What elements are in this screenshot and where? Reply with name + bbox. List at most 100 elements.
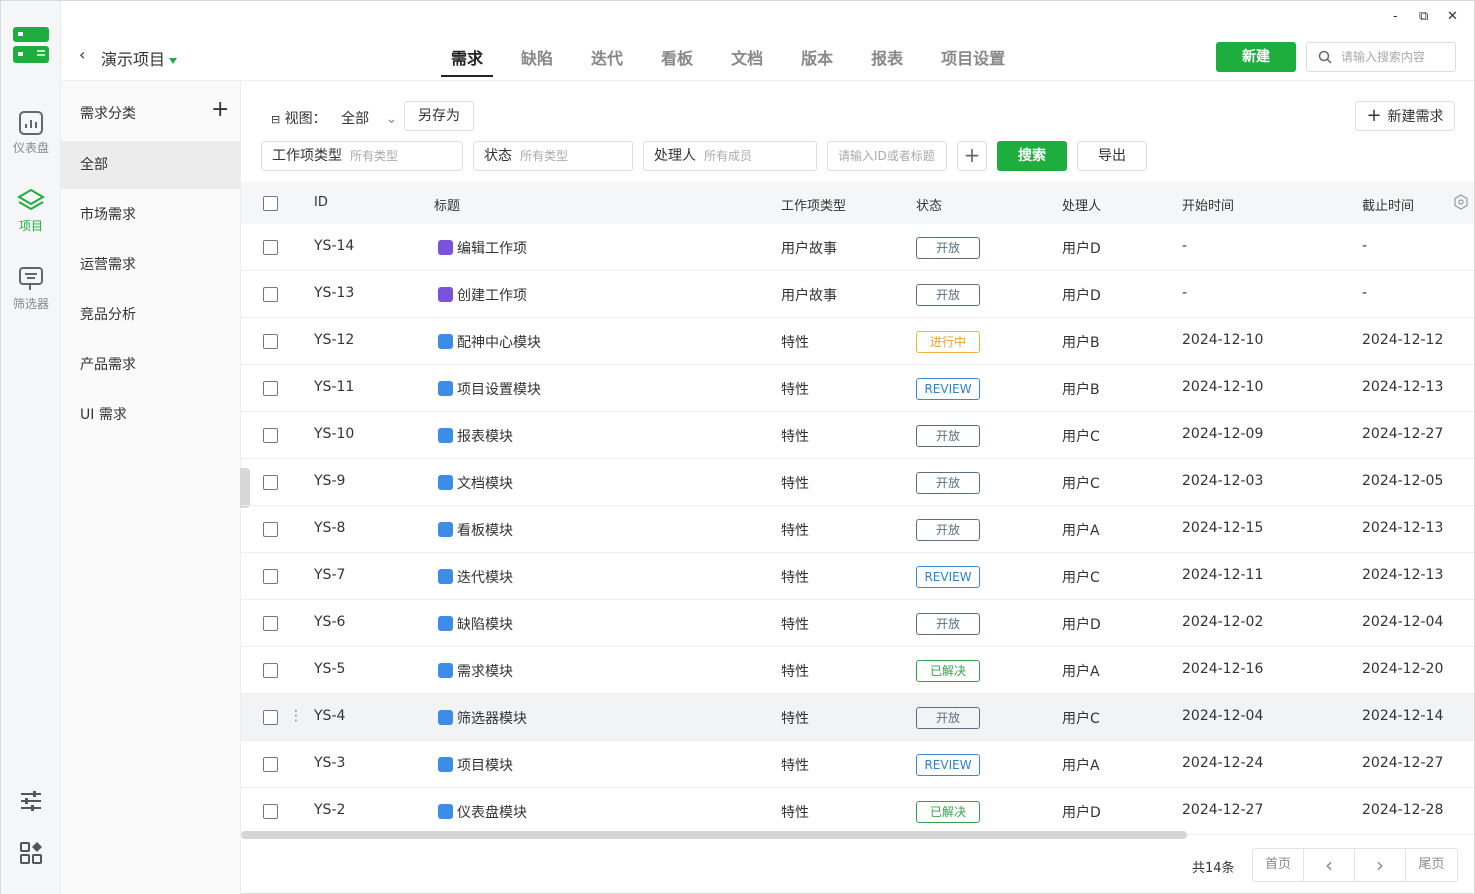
prev-page-button[interactable]: ‹	[1304, 849, 1355, 881]
row-title[interactable]: 报表模块	[438, 426, 513, 446]
category-all[interactable]: 全部	[61, 141, 240, 189]
new-requirement-button[interactable]: + 新建需求	[1355, 101, 1455, 131]
status-badge[interactable]: 开放	[916, 472, 980, 494]
tab-board[interactable]: 看板	[661, 45, 693, 77]
status-badge[interactable]: 开放	[916, 707, 980, 729]
id-title-search-input[interactable]: 请输入ID或者标题	[827, 141, 947, 171]
select-all-checkbox[interactable]	[263, 196, 278, 211]
close-button[interactable]: ✕	[1447, 9, 1458, 24]
view-selector[interactable]: ⊟ 视图： 全部 ⌄	[271, 108, 397, 128]
project-selector[interactable]: 演示项目	[101, 46, 178, 70]
row-title[interactable]: 看板模块	[438, 520, 513, 540]
row-title[interactable]: 迭代模块	[438, 567, 513, 587]
row-checkbox[interactable]	[263, 240, 278, 255]
next-page-button[interactable]: ›	[1355, 849, 1406, 881]
horizontal-scrollbar[interactable]	[241, 831, 1187, 839]
table-row[interactable]: YS-2 仪表盘模块 特性 已解决 用户D 2024-12-27 2024-12-28	[241, 788, 1474, 835]
row-title[interactable]: 仪表盘模块	[438, 802, 527, 822]
rail-item-filter[interactable]: 筛选器	[1, 265, 61, 312]
table-row[interactable]: YS-10 报表模块 特性 开放 用户C 2024-12-09 2024-12-27	[241, 412, 1474, 459]
row-checkbox[interactable]	[263, 757, 278, 772]
new-button[interactable]: 新建	[1216, 42, 1296, 72]
filter-assignee[interactable]: 处理人 所有成员	[643, 141, 817, 171]
row-id[interactable]: YS-4	[314, 708, 345, 724]
row-checkbox[interactable]	[263, 475, 278, 490]
maximize-button[interactable]: ⧉	[1419, 9, 1428, 24]
rail-settings-button[interactable]	[1, 787, 61, 817]
category-ui[interactable]: UI 需求	[61, 391, 240, 439]
table-row[interactable]: YS-9 文档模块 特性 开放 用户C 2024-12-03 2024-12-05	[241, 459, 1474, 506]
column-type[interactable]: 工作项类型	[781, 195, 846, 214]
export-button[interactable]: 导出	[1077, 141, 1147, 171]
table-row[interactable]: YS-5 需求模块 特性 已解决 用户A 2024-12-16 2024-12-20	[241, 647, 1474, 694]
row-title[interactable]: 缺陷模块	[438, 614, 513, 634]
column-start[interactable]: 开始时间	[1182, 195, 1234, 214]
add-filter-button[interactable]: +	[957, 141, 987, 171]
table-row[interactable]: YS-13 创建工作项 用户故事 开放 用户D - -	[241, 271, 1474, 318]
row-checkbox[interactable]	[263, 287, 278, 302]
category-market[interactable]: 市场需求	[61, 191, 240, 239]
column-settings-icon[interactable]	[1453, 194, 1469, 210]
category-competitor[interactable]: 竞品分析	[61, 291, 240, 339]
table-row[interactable]: YS-11 项目设置模块 特性 REVIEW 用户B 2024-12-10 2024-12-…	[241, 365, 1474, 412]
row-title[interactable]: 配神中心模块	[438, 332, 541, 352]
row-id[interactable]: YS-5	[314, 661, 345, 677]
rail-apps-button[interactable]	[1, 839, 61, 869]
tab-docs[interactable]: 文档	[731, 45, 763, 77]
column-status[interactable]: 状态	[916, 195, 942, 214]
column-end[interactable]: 截止时间	[1362, 195, 1414, 214]
status-badge[interactable]: 开放	[916, 284, 980, 306]
table-row[interactable]: YS-7 迭代模块 特性 REVIEW 用户C 2024-12-11 2024-12-13	[241, 553, 1474, 600]
filter-type[interactable]: 工作项类型 所有类型	[261, 141, 463, 171]
row-checkbox[interactable]	[263, 804, 278, 819]
category-product[interactable]: 产品需求	[61, 341, 240, 389]
row-title[interactable]: 项目模块	[438, 755, 513, 775]
row-title[interactable]: 需求模块	[438, 661, 513, 681]
row-title[interactable]: 项目设置模块	[438, 379, 541, 399]
row-id[interactable]: YS-10	[314, 426, 354, 442]
column-assignee[interactable]: 处理人	[1062, 195, 1101, 214]
minimize-button[interactable]: -	[1393, 9, 1398, 24]
filter-status[interactable]: 状态 所有类型	[473, 141, 633, 171]
column-title[interactable]: 标题	[434, 195, 460, 214]
column-id[interactable]: ID	[314, 195, 328, 210]
row-checkbox[interactable]	[263, 616, 278, 631]
tab-defects[interactable]: 缺陷	[521, 45, 553, 77]
row-id[interactable]: YS-3	[314, 755, 345, 771]
row-checkbox[interactable]	[263, 334, 278, 349]
last-page-button[interactable]: 尾页	[1406, 849, 1457, 881]
rail-item-project[interactable]: 项目	[1, 187, 61, 234]
status-badge[interactable]: 开放	[916, 613, 980, 635]
status-badge[interactable]: REVIEW	[916, 754, 980, 776]
tab-versions[interactable]: 版本	[801, 45, 833, 77]
row-checkbox[interactable]	[263, 569, 278, 584]
category-operations[interactable]: 运营需求	[61, 241, 240, 289]
table-row[interactable]: YS-6 缺陷模块 特性 开放 用户D 2024-12-02 2024-12-04	[241, 600, 1474, 647]
tab-project-settings[interactable]: 项目设置	[941, 45, 1005, 77]
row-id[interactable]: YS-11	[314, 379, 354, 395]
row-checkbox[interactable]	[263, 381, 278, 396]
row-id[interactable]: YS-8	[314, 520, 345, 536]
tab-requirements[interactable]: 需求	[441, 45, 494, 77]
row-title[interactable]: 文档模块	[438, 473, 513, 493]
status-badge[interactable]: REVIEW	[916, 566, 980, 588]
tab-iterations[interactable]: 迭代	[591, 45, 623, 77]
row-id[interactable]: YS-7	[314, 567, 345, 583]
status-badge[interactable]: 开放	[916, 519, 980, 541]
table-row[interactable]: YS-3 项目模块 特性 REVIEW 用户A 2024-12-24 2024-12-27	[241, 741, 1474, 788]
row-checkbox[interactable]	[263, 522, 278, 537]
status-badge[interactable]: 已解决	[916, 660, 980, 682]
tab-reports[interactable]: 报表	[871, 45, 903, 77]
row-title[interactable]: 创建工作项	[438, 285, 527, 305]
row-checkbox[interactable]	[263, 663, 278, 678]
table-row[interactable]: YS-12 配神中心模块 特性 进行中 用户B 2024-12-10 2024-12-12	[241, 318, 1474, 365]
status-badge[interactable]: 进行中	[916, 331, 980, 353]
row-checkbox[interactable]	[263, 710, 278, 725]
global-search-input[interactable]: 请输入搜索内容	[1306, 42, 1456, 72]
status-badge[interactable]: 开放	[916, 425, 980, 447]
row-id[interactable]: YS-14	[314, 238, 354, 254]
row-title[interactable]: 筛选器模块	[438, 708, 527, 728]
row-id[interactable]: YS-6	[314, 614, 345, 630]
back-button[interactable]: ‹	[79, 45, 85, 64]
row-title[interactable]: 编辑工作项	[438, 238, 527, 258]
